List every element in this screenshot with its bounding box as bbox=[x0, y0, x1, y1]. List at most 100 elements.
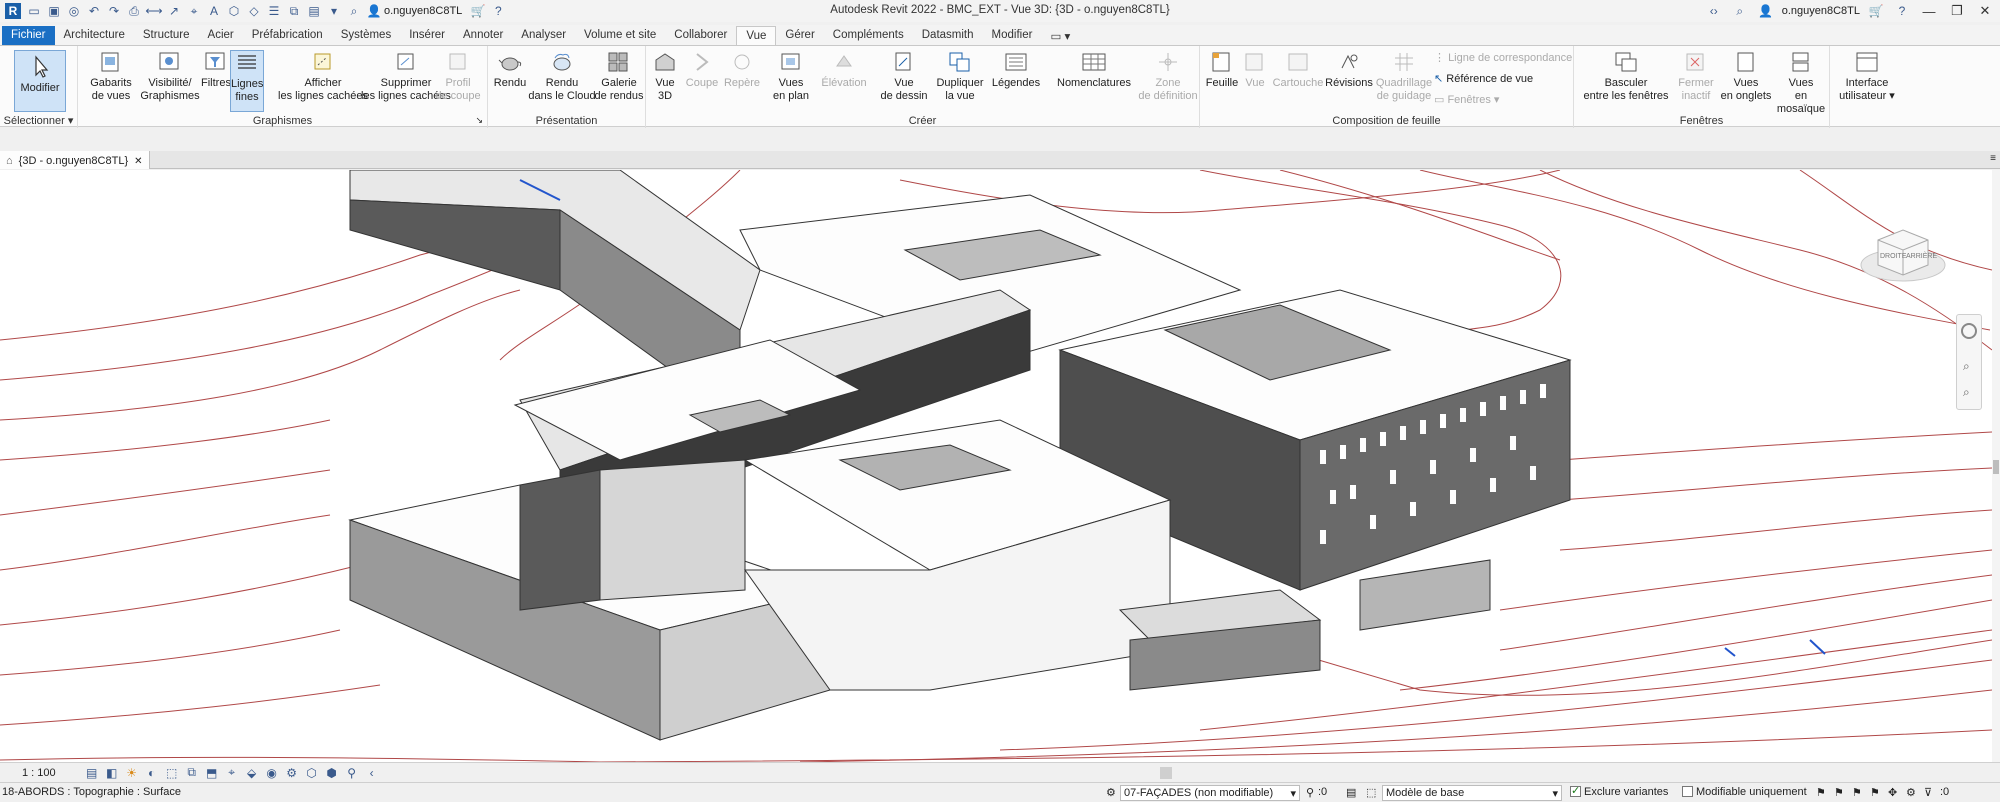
revit-logo-icon[interactable]: R bbox=[5, 3, 21, 19]
visibility-graphics-button[interactable]: Visibilité/Graphismes bbox=[138, 50, 202, 103]
scrollbar-thumb[interactable] bbox=[1993, 460, 1999, 474]
tab-vue[interactable]: Vue bbox=[736, 26, 777, 45]
viewports-button[interactable]: ▭ Fenêtres ▾ bbox=[1434, 93, 1499, 106]
show-crop-icon[interactable]: ⬒ bbox=[204, 765, 220, 781]
editable-only-checkbox[interactable] bbox=[1682, 786, 1693, 797]
tab-analyser[interactable]: Analyser bbox=[512, 26, 575, 45]
dimension-icon[interactable]: ↗ bbox=[166, 3, 182, 19]
tab-collaborer[interactable]: Collaborer bbox=[665, 26, 736, 45]
cloud-render-button[interactable]: Rendu dans le Cloud bbox=[526, 50, 598, 103]
titleblock-button[interactable]: Cartouche bbox=[1272, 50, 1324, 90]
close-tab-icon[interactable]: ✕ bbox=[134, 156, 142, 167]
schedules-button[interactable]: Nomenclatures bbox=[1054, 50, 1134, 90]
minimize-icon[interactable]: — bbox=[1918, 1, 1940, 21]
unlocked-3d-icon[interactable]: ⌖ bbox=[224, 765, 240, 781]
vertical-scrollbar[interactable] bbox=[1992, 170, 2000, 762]
reveal-hidden-icon[interactable]: ◉ bbox=[264, 765, 280, 781]
user-icon[interactable]: 👤 bbox=[366, 3, 382, 19]
cart-icon[interactable]: 🛒 bbox=[470, 3, 486, 19]
render-dialog-icon[interactable]: ⬚ bbox=[164, 765, 180, 781]
design-option-select[interactable]: Modèle de base ▾ bbox=[1382, 785, 1562, 801]
cut-profile-button[interactable]: Profil de coupe bbox=[432, 50, 484, 103]
tile-views-button[interactable]: Vues en mosaïque bbox=[1774, 50, 1828, 116]
shadows-icon[interactable]: ◐ bbox=[144, 765, 160, 781]
close-hidden-icon[interactable]: ⧉ bbox=[286, 3, 302, 19]
matchline-button[interactable]: ⋮ Ligne de correspondance bbox=[1434, 51, 1572, 64]
highlight-displacement-icon[interactable]: ⬢ bbox=[324, 765, 340, 781]
view-scale[interactable]: 1 : 100 bbox=[22, 767, 56, 779]
view-cube-face-arriere[interactable]: ARRIÈRE bbox=[1906, 253, 1937, 260]
graphics-launcher-icon[interactable]: ↘ bbox=[475, 115, 483, 126]
callout-button[interactable]: Repère bbox=[722, 50, 762, 90]
reveal-constraints-icon[interactable]: ⚲ bbox=[344, 765, 360, 781]
nav-arrows-icon[interactable]: ‹› bbox=[1706, 3, 1722, 19]
tab-structure[interactable]: Structure bbox=[134, 26, 199, 45]
panel-label-selectionner[interactable]: Sélectionner ▾ bbox=[0, 114, 77, 127]
modify-button[interactable]: Modifier bbox=[14, 50, 66, 112]
tab-volume-et-site[interactable]: Volume et site bbox=[575, 26, 665, 45]
detail-level-icon[interactable]: ▤ bbox=[84, 765, 100, 781]
redo-icon[interactable]: ↷ bbox=[106, 3, 122, 19]
sheet-button[interactable]: Feuille bbox=[1204, 50, 1240, 90]
open-icon[interactable]: ▭ bbox=[26, 3, 42, 19]
editing-requests-icon[interactable]: ▤ bbox=[1346, 786, 1356, 799]
tab-fichier[interactable]: Fichier bbox=[2, 26, 55, 45]
tab-acier[interactable]: Acier bbox=[199, 26, 243, 45]
place-view-button[interactable]: Vue bbox=[1240, 50, 1270, 90]
filter-icon[interactable]: ⊽ bbox=[1924, 786, 1932, 799]
elevation-button[interactable]: Élévation bbox=[816, 50, 872, 90]
save-icon[interactable]: ▣ bbox=[46, 3, 62, 19]
worksharing-icon[interactable]: ⚲ bbox=[1306, 786, 1314, 799]
tab-gerer[interactable]: Gérer bbox=[776, 26, 823, 45]
editable-only-toggle[interactable]: Modifiable uniquement bbox=[1682, 786, 1807, 798]
exclude-variants-toggle[interactable]: Exclure variantes bbox=[1570, 784, 1668, 798]
thin-lines-button[interactable]: Lignes fines bbox=[230, 50, 264, 112]
section-button[interactable]: Coupe bbox=[684, 50, 720, 90]
tab-systemes[interactable]: Systèmes bbox=[332, 26, 401, 45]
render-button[interactable]: Rendu bbox=[492, 50, 528, 90]
undo-icon[interactable]: ↶ bbox=[86, 3, 102, 19]
close-icon[interactable]: ✕ bbox=[1974, 1, 1996, 21]
select-links-icon[interactable]: ⚑ bbox=[1816, 786, 1826, 799]
render-gallery-button[interactable]: Galerie de rendus bbox=[594, 50, 644, 103]
close-inactive-button[interactable]: Fermer inactif bbox=[1674, 50, 1718, 103]
revisions-button[interactable]: Révisions bbox=[1324, 50, 1374, 90]
tab-views-button[interactable]: Vues en onglets bbox=[1720, 50, 1772, 103]
background-processes-icon[interactable]: ⚙ bbox=[1906, 786, 1916, 799]
guide-grid-button[interactable]: Quadrillage de guidage bbox=[1374, 50, 1434, 103]
model-canvas[interactable] bbox=[0, 170, 1992, 762]
duplicate-view-button[interactable]: Dupliquer la vue bbox=[934, 50, 986, 103]
legends-button[interactable]: Légendes bbox=[990, 50, 1042, 90]
workset-select[interactable]: 07-FAÇADES (non modifiable) ▾ bbox=[1120, 785, 1300, 801]
tab-modifier[interactable]: Modifier bbox=[983, 26, 1042, 45]
select-by-face-icon[interactable]: ⚑ bbox=[1870, 786, 1880, 799]
temporary-view-properties-icon[interactable]: ⚙ bbox=[284, 765, 300, 781]
binoculars-icon[interactable]: ⌕ bbox=[346, 3, 362, 19]
3d-view-button[interactable]: Vue 3D bbox=[648, 50, 682, 103]
view-reference-button[interactable]: ↖ Référence de vue bbox=[1434, 72, 1533, 85]
zoom-icon[interactable]: ⌕ bbox=[1963, 359, 1970, 374]
tab-annoter[interactable]: Annoter bbox=[454, 26, 512, 45]
tab-complements[interactable]: Compléments bbox=[824, 26, 913, 45]
help-right-icon[interactable]: ? bbox=[1894, 3, 1910, 19]
zoom-region-icon[interactable]: ⌕ bbox=[1963, 385, 1970, 400]
horizontal-scrollbar-thumb[interactable] bbox=[1160, 767, 1172, 779]
user-right-icon[interactable]: 👤 bbox=[1758, 3, 1774, 19]
cart-right-icon[interactable]: 🛒 bbox=[1868, 3, 1884, 19]
tab-datasmith[interactable]: Datasmith bbox=[913, 26, 983, 45]
tab-architecture[interactable]: Architecture bbox=[55, 26, 134, 45]
visual-style-icon[interactable]: ◧ bbox=[104, 765, 120, 781]
crop-view-icon[interactable]: ⧉ bbox=[184, 765, 200, 781]
switch-windows-button[interactable]: Basculer entre les fenêtres bbox=[1580, 50, 1672, 103]
view-tab-3d[interactable]: ⌂ {3D - o.nguyen8C8TL} ✕ bbox=[0, 151, 150, 169]
tab-inserer[interactable]: Insérer bbox=[400, 26, 454, 45]
exclude-variants-checkbox[interactable] bbox=[1570, 784, 1581, 797]
design-options-icon[interactable]: ⬚ bbox=[1366, 786, 1376, 799]
select-underlay-icon[interactable]: ⚑ bbox=[1834, 786, 1844, 799]
scope-box-button[interactable]: Zone de définition bbox=[1138, 50, 1198, 103]
switch-windows-icon[interactable]: ▤ bbox=[306, 3, 322, 19]
3d-viewport[interactable]: DROITE ARRIÈRE bbox=[0, 170, 1992, 762]
restore-icon[interactable]: ❐ bbox=[1946, 1, 1968, 21]
select-pinned-icon[interactable]: ⚑ bbox=[1852, 786, 1862, 799]
thin-lines-icon[interactable]: ☰ bbox=[266, 3, 282, 19]
